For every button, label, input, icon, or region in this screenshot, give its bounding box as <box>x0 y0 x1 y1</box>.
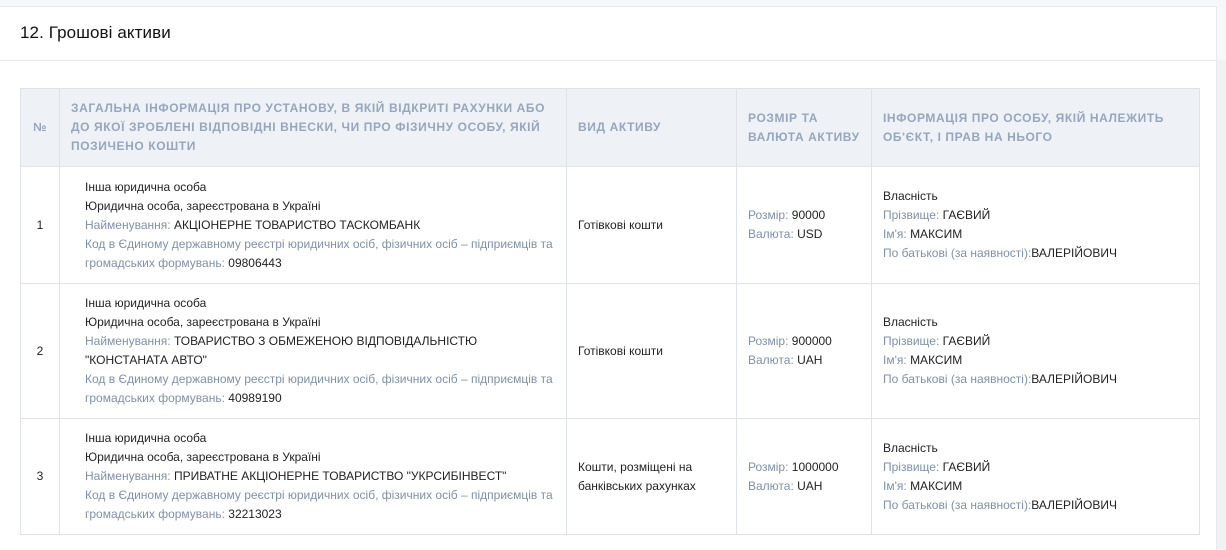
name-label: Найменування: <box>85 334 171 348</box>
size-currency-cell: Розмір: 90000 Валюта: USD <box>736 166 872 284</box>
institution-cell: Інша юридична особа Юридична особа, заре… <box>59 283 567 419</box>
patronymic-label: По батькові (за наявності): <box>883 246 1032 260</box>
ownership-type: Власність <box>883 189 938 203</box>
institution-name-line: Найменування: ТОВАРИСТВО З ОБМЕЖЕНОЮ ВІД… <box>85 332 555 370</box>
size-label: Розмір: <box>748 459 789 474</box>
patronymic-label: По батькові (за наявності): <box>883 372 1032 386</box>
column-header-number: № <box>20 88 60 167</box>
owner-info-cell: Власність Прізвище: ГАЄВИЙ Ім'я: МАКСИМ … <box>871 283 1200 419</box>
ownership-type: Власність <box>883 440 938 455</box>
owner-info-cell: Власність Прізвище: ГАЄВИЙ Ім'я: МАКСИМ … <box>871 418 1200 535</box>
asset-type-cell: Готівкові кошти <box>566 166 737 284</box>
owner-firstname: МАКСИМ <box>910 353 963 367</box>
owner-patronymic: ВАЛЕРІЙОВИЧ <box>1031 246 1117 260</box>
asset-type-cell: Кошти, розміщені на банківських рахунках <box>566 418 737 535</box>
table-row: 2 Інша юридична особа Юридична особа, за… <box>20 283 1200 419</box>
table-header-row: № Загальна інформація про установу, в як… <box>20 88 1200 167</box>
owner-info-cell: Власність Прізвище: ГАЄВИЙ Ім'я: МАКСИМ … <box>871 166 1200 284</box>
asset-type-cell: Готівкові кошти <box>566 283 737 419</box>
owner-firstname: МАКСИМ <box>910 478 963 493</box>
asset-currency: USD <box>797 227 823 241</box>
asset-currency: UAH <box>797 353 823 367</box>
institution-cell: Інша юридична особа Юридична особа, заре… <box>59 166 567 284</box>
table-row: 1 Інша юридична особа Юридична особа, за… <box>20 166 1200 284</box>
registry-code: 09806443 <box>228 255 282 270</box>
institution-cell: Інша юридична особа Юридична особа, заре… <box>59 418 567 535</box>
owner-patronymic: ВАЛЕРІЙОВИЧ <box>1031 372 1117 386</box>
institution-status: Юридична особа, зареєстрована в Україні <box>85 315 321 329</box>
institution-type: Інша юридична особа <box>85 431 207 445</box>
scrollbar-track[interactable] <box>1217 60 1226 549</box>
column-header-size-currency: Розмір та валюта активу <box>736 88 872 167</box>
institution-name-line: Найменування: АКЦІОНЕРНЕ ТОВАРИСТВО ТАСК… <box>85 216 555 235</box>
row-number: 1 <box>20 166 60 284</box>
name-label: Найменування: <box>85 469 171 483</box>
institution-status: Юридична особа, зареєстрована в Україні <box>85 450 321 464</box>
size-label: Розмір: <box>748 208 789 222</box>
asset-size: 90000 <box>791 208 826 222</box>
registry-code-label: Код в Єдиному державному реєстрі юридичн… <box>85 372 553 405</box>
section-title: 12. Грошові активи <box>20 23 171 42</box>
title-divider <box>0 60 1216 61</box>
institution-code-line: Код в Єдиному державному реєстрі юридичн… <box>85 486 555 524</box>
firstname-label: Ім'я: <box>883 227 907 241</box>
row-number: 3 <box>20 418 60 535</box>
owner-patronymic: ВАЛЕРІЙОВИЧ <box>1031 497 1117 512</box>
institution-type: Інша юридична особа <box>85 179 207 194</box>
column-header-institution: Загальна інформація про установу, в якій… <box>59 88 567 167</box>
currency-label: Валюта: <box>748 227 794 241</box>
column-header-asset-type: Вид активу <box>566 88 737 167</box>
institution-name-line: Найменування: ПРИВАТНЕ АКЦІОНЕРНЕ ТОВАРИ… <box>85 467 555 486</box>
monetary-assets-table: № Загальна інформація про установу, в як… <box>20 88 1200 535</box>
registry-code-label: Код в Єдиному державному реєстрі юридичн… <box>85 236 553 270</box>
surname-label: Прізвище: <box>883 334 940 348</box>
size-currency-cell: Розмір: 900000 Валюта: UAH <box>736 283 872 419</box>
registry-code-label: Код в Єдиному державному реєстрі юридичн… <box>85 488 553 521</box>
institution-code-line: Код в Єдиному державному реєстрі юридичн… <box>85 235 555 273</box>
currency-label: Валюта: <box>748 353 794 367</box>
institution-name: ПРИВАТНЕ АКЦІОНЕРНЕ ТОВАРИСТВО "УКРСИБІН… <box>173 469 507 483</box>
column-header-owner-info: Інформація про особу, якій належить об'є… <box>871 88 1200 167</box>
registry-code: 40989190 <box>228 391 282 405</box>
currency-label: Валюта: <box>748 478 794 493</box>
asset-size: 1000000 <box>791 459 839 474</box>
firstname-label: Ім'я: <box>883 353 907 367</box>
table-row: 3 Інша юридична особа Юридична особа, за… <box>20 418 1200 535</box>
asset-currency: UAH <box>797 478 823 493</box>
registry-code: 32213023 <box>228 507 282 521</box>
institution-type: Інша юридична особа <box>85 296 207 310</box>
owner-surname: ГАЄВИЙ <box>942 208 991 222</box>
ownership-type: Власність <box>883 315 938 329</box>
patronymic-label: По батькові (за наявності): <box>883 497 1032 512</box>
surname-label: Прізвище: <box>883 459 940 474</box>
size-label: Розмір: <box>748 334 789 348</box>
name-label: Найменування: <box>85 217 171 232</box>
asset-size: 900000 <box>791 334 832 348</box>
institution-name: АКЦІОНЕРНЕ ТОВАРИСТВО ТАСКОМБАНК <box>173 217 421 232</box>
owner-firstname: МАКСИМ <box>910 227 963 241</box>
owner-surname: ГАЄВИЙ <box>942 334 991 348</box>
row-number: 2 <box>20 283 60 419</box>
size-currency-cell: Розмір: 1000000 Валюта: UAH <box>736 418 872 535</box>
firstname-label: Ім'я: <box>883 478 907 493</box>
surname-label: Прізвище: <box>883 208 940 222</box>
institution-status: Юридична особа, зареєстрована в Україні <box>85 198 321 213</box>
owner-surname: ГАЄВИЙ <box>942 459 991 474</box>
institution-code-line: Код в Єдиному державному реєстрі юридичн… <box>85 370 555 408</box>
